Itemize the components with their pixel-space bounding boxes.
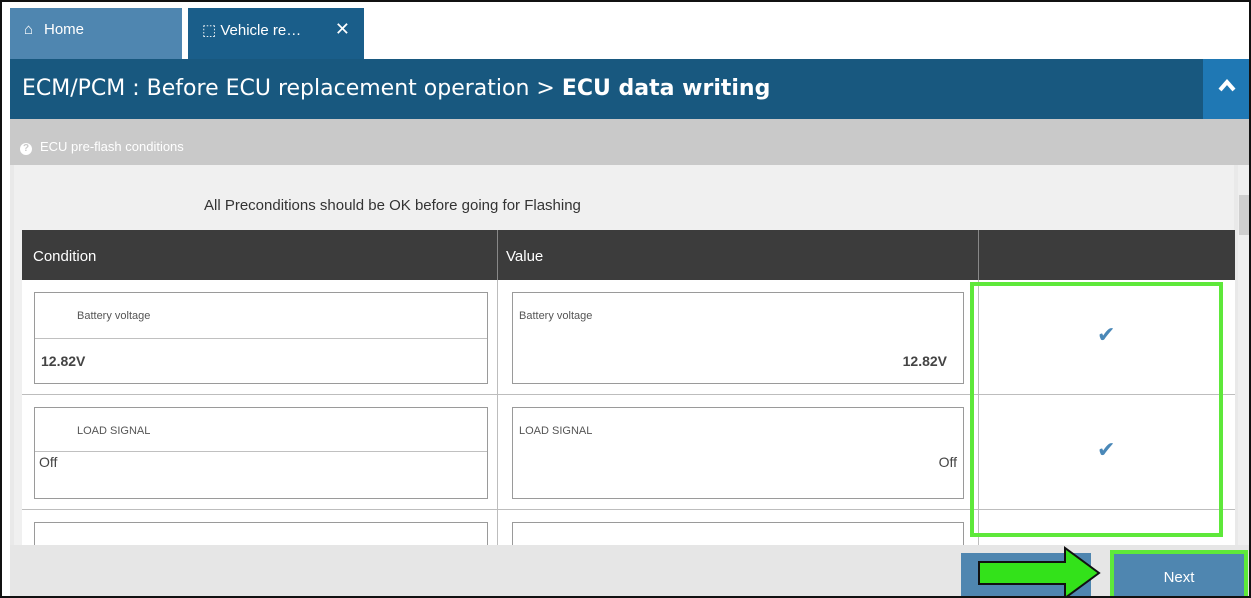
- cell-divider: [978, 280, 979, 394]
- cell-divider: [497, 395, 498, 509]
- conditions-table: Condition Value Battery voltage 12.82V B…: [22, 230, 1235, 545]
- box-divider: [35, 338, 487, 339]
- scrollbar-thumb[interactable]: [1239, 195, 1249, 235]
- precondition-notice: All Preconditions should be OK before go…: [204, 197, 581, 214]
- app-window: ⌂ Home ⬚ Vehicle re… ✕ ECM/PCM : Before E…: [0, 0, 1251, 598]
- title-current: ECU data writing: [561, 76, 771, 101]
- title-prefix: ECM/PCM: [22, 76, 126, 101]
- help-icon: ?: [20, 143, 32, 155]
- condition-box: LOAD SIGNAL Off: [34, 407, 488, 499]
- value-label: Battery voltage: [519, 310, 593, 322]
- check-icon: ✔: [1097, 322, 1116, 347]
- check-icon: ✔: [1097, 437, 1116, 462]
- vertical-scrollbar[interactable]: [1238, 165, 1249, 545]
- arrow-right-icon: [978, 546, 1101, 596]
- content-area: All Preconditions should be OK before go…: [10, 165, 1249, 545]
- title-path: Before ECU replacement operation >: [146, 76, 562, 101]
- tab-home-label: Home: [44, 21, 85, 38]
- condition-label: LOAD SIGNAL: [77, 425, 151, 437]
- home-icon: ⌂: [24, 21, 34, 38]
- chevron-up-icon: [1218, 78, 1236, 92]
- next-button[interactable]: Next: [1110, 550, 1248, 596]
- table-header: Condition Value: [22, 230, 1235, 280]
- tab-vehicle-label: Vehicle re…: [220, 22, 302, 39]
- cell-divider: [497, 510, 498, 545]
- value-box: LOAD SIGNAL Off: [512, 407, 964, 499]
- condition-value: Off: [39, 454, 58, 470]
- page-title: ECM/PCM : Before ECU replacement operati…: [22, 76, 770, 101]
- header-divider: [497, 230, 498, 280]
- box-divider: [35, 451, 487, 452]
- tab-vehicle[interactable]: ⬚ Vehicle re… ✕: [188, 8, 364, 59]
- condition-box: Battery voltage 12.82V: [34, 292, 488, 384]
- cell-divider: [497, 280, 498, 394]
- table-row: [22, 510, 1235, 545]
- value-reading: Off: [938, 454, 957, 470]
- header-divider: [978, 230, 979, 280]
- title-separator: :: [125, 76, 147, 101]
- table-row: LOAD SIGNAL Off LOAD SIGNAL Off ✔: [22, 395, 1235, 510]
- column-header-value: Value: [506, 248, 544, 265]
- tab-bar: ⌂ Home ⬚ Vehicle re… ✕: [2, 2, 1249, 59]
- value-box: Battery voltage 12.82V: [512, 292, 964, 384]
- collapse-button[interactable]: [1203, 59, 1249, 119]
- content-panel: All Preconditions should be OK before go…: [14, 165, 1235, 545]
- section-header[interactable]: ? ECU pre-flash conditions: [10, 119, 1249, 165]
- value-box: [512, 522, 964, 545]
- condition-value: 12.82V: [41, 353, 86, 369]
- condition-box: [34, 522, 488, 545]
- value-label: LOAD SIGNAL: [519, 425, 593, 437]
- condition-label: Battery voltage: [77, 310, 151, 322]
- page-header: ECM/PCM : Before ECU replacement operati…: [10, 59, 1249, 119]
- cell-divider: [978, 510, 979, 545]
- cell-divider: [978, 395, 979, 509]
- chip-icon: ⬚: [202, 22, 217, 39]
- column-header-condition: Condition: [33, 248, 97, 265]
- table-row: Battery voltage 12.82V Battery voltage 1…: [22, 280, 1235, 395]
- tab-home[interactable]: ⌂ Home: [10, 8, 182, 59]
- value-reading: 12.82V: [902, 353, 947, 369]
- section-title: ECU pre-flash conditions: [40, 139, 184, 154]
- close-icon[interactable]: ✕: [335, 19, 350, 40]
